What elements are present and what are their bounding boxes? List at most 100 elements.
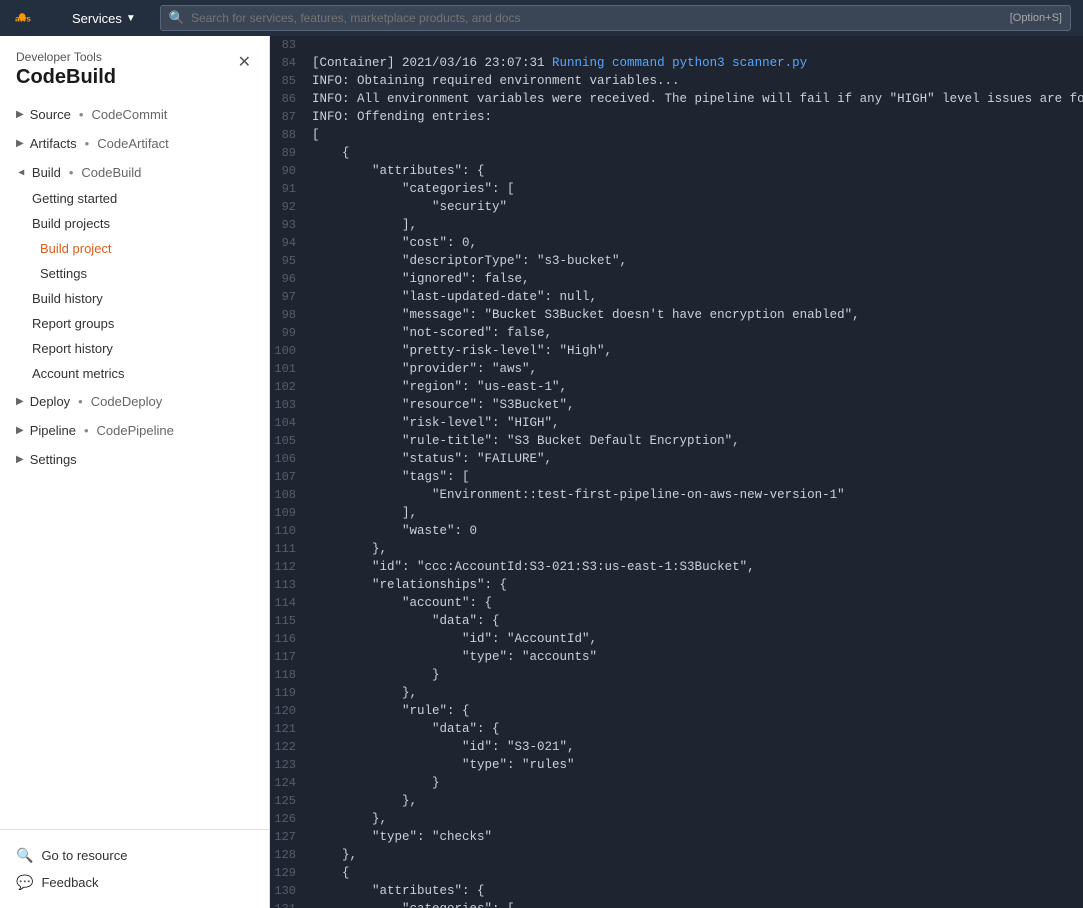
artifacts-sub-label: CodeArtifact	[97, 136, 169, 151]
code-line-92: 92 "security"	[270, 198, 1083, 216]
code-line-103: 103 "resource": "S3Bucket",	[270, 396, 1083, 414]
sidebar-item-report-groups[interactable]: Report groups	[0, 311, 269, 336]
code-line-122: 122 "id": "S3-021",	[270, 738, 1083, 756]
nav-section-pipeline: ▶ Pipeline • CodePipeline	[0, 417, 269, 444]
sidebar-item-settings-top[interactable]: ▶ Settings	[0, 446, 269, 473]
code-line-129: 129 {	[270, 864, 1083, 882]
deploy-sub-label: CodeDeploy	[91, 394, 163, 409]
chevron-right-icon: ▶	[16, 109, 24, 120]
code-line-108: 108 "Environment::test-first-pipeline-on…	[270, 486, 1083, 504]
global-search-bar[interactable]: 🔍 [Option+S]	[160, 5, 1071, 31]
chevron-right-icon: ▶	[16, 396, 24, 407]
code-line-114: 114 "account": {	[270, 594, 1083, 612]
chevron-down-icon: ▼	[15, 168, 26, 178]
nav-section-deploy: ▶ Deploy • CodeDeploy	[0, 388, 269, 415]
sidebar-item-build-project[interactable]: Build project	[0, 236, 269, 261]
code-line-96: 96 "ignored": false,	[270, 270, 1083, 288]
build-sub-label: CodeBuild	[81, 165, 141, 180]
code-line-83: 83	[270, 36, 1083, 54]
code-line-111: 111 },	[270, 540, 1083, 558]
code-line-90: 90 "attributes": {	[270, 162, 1083, 180]
code-line-121: 121 "data": {	[270, 720, 1083, 738]
feedback-label: Feedback	[41, 875, 98, 890]
sidebar-item-source[interactable]: ▶ Source • CodeCommit	[0, 101, 269, 128]
settings-top-label: Settings	[30, 452, 77, 467]
code-line-98: 98 "message": "Bucket S3Bucket doesn't h…	[270, 306, 1083, 324]
feedback-icon: 💬	[16, 874, 33, 891]
code-output-panel: 83 84 [Container] 2021/03/16 23:07:31 Ru…	[270, 36, 1083, 908]
sidebar-close-button[interactable]: ✕	[236, 50, 253, 74]
code-line-118: 118 }	[270, 666, 1083, 684]
code-line-104: 104 "risk-level": "HIGH",	[270, 414, 1083, 432]
sidebar-item-settings[interactable]: Settings	[0, 261, 269, 286]
code-line-97: 97 "last-updated-date": null,	[270, 288, 1083, 306]
chevron-down-icon: ▼	[126, 13, 136, 24]
artifacts-label: Artifacts	[30, 136, 77, 151]
chevron-right-icon: ▶	[16, 454, 24, 465]
search-icon: 🔍	[16, 847, 33, 864]
sidebar-item-report-history[interactable]: Report history	[0, 336, 269, 361]
code-line-109: 109 ],	[270, 504, 1083, 522]
code-line-113: 113 "relationships": {	[270, 576, 1083, 594]
code-line-107: 107 "tags": [	[270, 468, 1083, 486]
code-line-93: 93 ],	[270, 216, 1083, 234]
feedback-button[interactable]: 💬 Feedback	[16, 869, 253, 896]
sidebar-item-account-metrics[interactable]: Account metrics	[0, 361, 269, 386]
sidebar-developer-tools: Developer Tools	[16, 50, 116, 64]
nav-section-build: ▼ Build • CodeBuild Getting started Buil…	[0, 159, 269, 386]
aws-logo: aws	[12, 6, 48, 30]
nav-section-source: ▶ Source • CodeCommit	[0, 101, 269, 128]
code-line-128: 128 },	[270, 846, 1083, 864]
main-layout: Developer Tools CodeBuild ✕ ▶ Source • C…	[0, 36, 1083, 908]
sidebar-item-build[interactable]: ▼ Build • CodeBuild	[0, 159, 269, 186]
sidebar-title-group: Developer Tools CodeBuild	[16, 50, 116, 89]
code-line-124: 124 }	[270, 774, 1083, 792]
sidebar-item-build-history[interactable]: Build history	[0, 286, 269, 311]
sidebar-item-deploy[interactable]: ▶ Deploy • CodeDeploy	[0, 388, 269, 415]
code-line-87: 87 INFO: Offending entries:	[270, 108, 1083, 126]
services-menu-button[interactable]: Services ▼	[64, 7, 144, 30]
source-sub-label: CodeCommit	[91, 107, 167, 122]
sidebar-bottom: 🔍 Go to resource 💬 Feedback	[0, 829, 269, 908]
pipeline-label: Pipeline	[30, 423, 76, 438]
code-line-95: 95 "descriptorType": "s3-bucket",	[270, 252, 1083, 270]
code-line-126: 126 },	[270, 810, 1083, 828]
code-line-123: 123 "type": "rules"	[270, 756, 1083, 774]
sidebar-header: Developer Tools CodeBuild ✕	[0, 36, 269, 93]
code-line-131: 131 "categories": [	[270, 900, 1083, 908]
code-line-127: 127 "type": "checks"	[270, 828, 1083, 846]
sidebar-item-build-projects[interactable]: Build projects	[0, 211, 269, 236]
sidebar: Developer Tools CodeBuild ✕ ▶ Source • C…	[0, 36, 270, 908]
code-line-86: 86 INFO: All environment variables were …	[270, 90, 1083, 108]
sidebar-item-getting-started[interactable]: Getting started	[0, 186, 269, 211]
code-line-110: 110 "waste": 0	[270, 522, 1083, 540]
code-line-102: 102 "region": "us-east-1",	[270, 378, 1083, 396]
source-label: Source	[30, 107, 71, 122]
svg-text:aws: aws	[15, 14, 31, 24]
code-line-105: 105 "rule-title": "S3 Bucket Default Enc…	[270, 432, 1083, 450]
code-line-85: 85 INFO: Obtaining required environment …	[270, 72, 1083, 90]
chevron-right-icon: ▶	[16, 425, 24, 436]
build-children: Getting started Build projects Build pro…	[0, 186, 269, 386]
build-label: Build	[32, 165, 61, 180]
code-line-99: 99 "not-scored": false,	[270, 324, 1083, 342]
sidebar-title: CodeBuild	[16, 66, 116, 89]
code-line-130: 130 "attributes": {	[270, 882, 1083, 900]
code-block: 83 84 [Container] 2021/03/16 23:07:31 Ru…	[270, 36, 1083, 908]
code-line-112: 112 "id": "ccc:AccountId:S3-021:S3:us-ea…	[270, 558, 1083, 576]
code-line-117: 117 "type": "accounts"	[270, 648, 1083, 666]
search-icon: 🔍	[169, 10, 185, 26]
go-to-resource-button[interactable]: 🔍 Go to resource	[16, 842, 253, 869]
code-line-116: 116 "id": "AccountId",	[270, 630, 1083, 648]
sidebar-item-pipeline[interactable]: ▶ Pipeline • CodePipeline	[0, 417, 269, 444]
search-input[interactable]	[191, 11, 1004, 25]
code-line-84: 84 [Container] 2021/03/16 23:07:31 Runni…	[270, 54, 1083, 72]
chevron-right-icon: ▶	[16, 138, 24, 149]
code-line-120: 120 "rule": {	[270, 702, 1083, 720]
sidebar-item-artifacts[interactable]: ▶ Artifacts • CodeArtifact	[0, 130, 269, 157]
code-line-125: 125 },	[270, 792, 1083, 810]
code-line-89: 89 {	[270, 144, 1083, 162]
nav-section-settings-top: ▶ Settings	[0, 446, 269, 473]
search-shortcut: [Option+S]	[1010, 12, 1062, 24]
nav-section-artifacts: ▶ Artifacts • CodeArtifact	[0, 130, 269, 157]
